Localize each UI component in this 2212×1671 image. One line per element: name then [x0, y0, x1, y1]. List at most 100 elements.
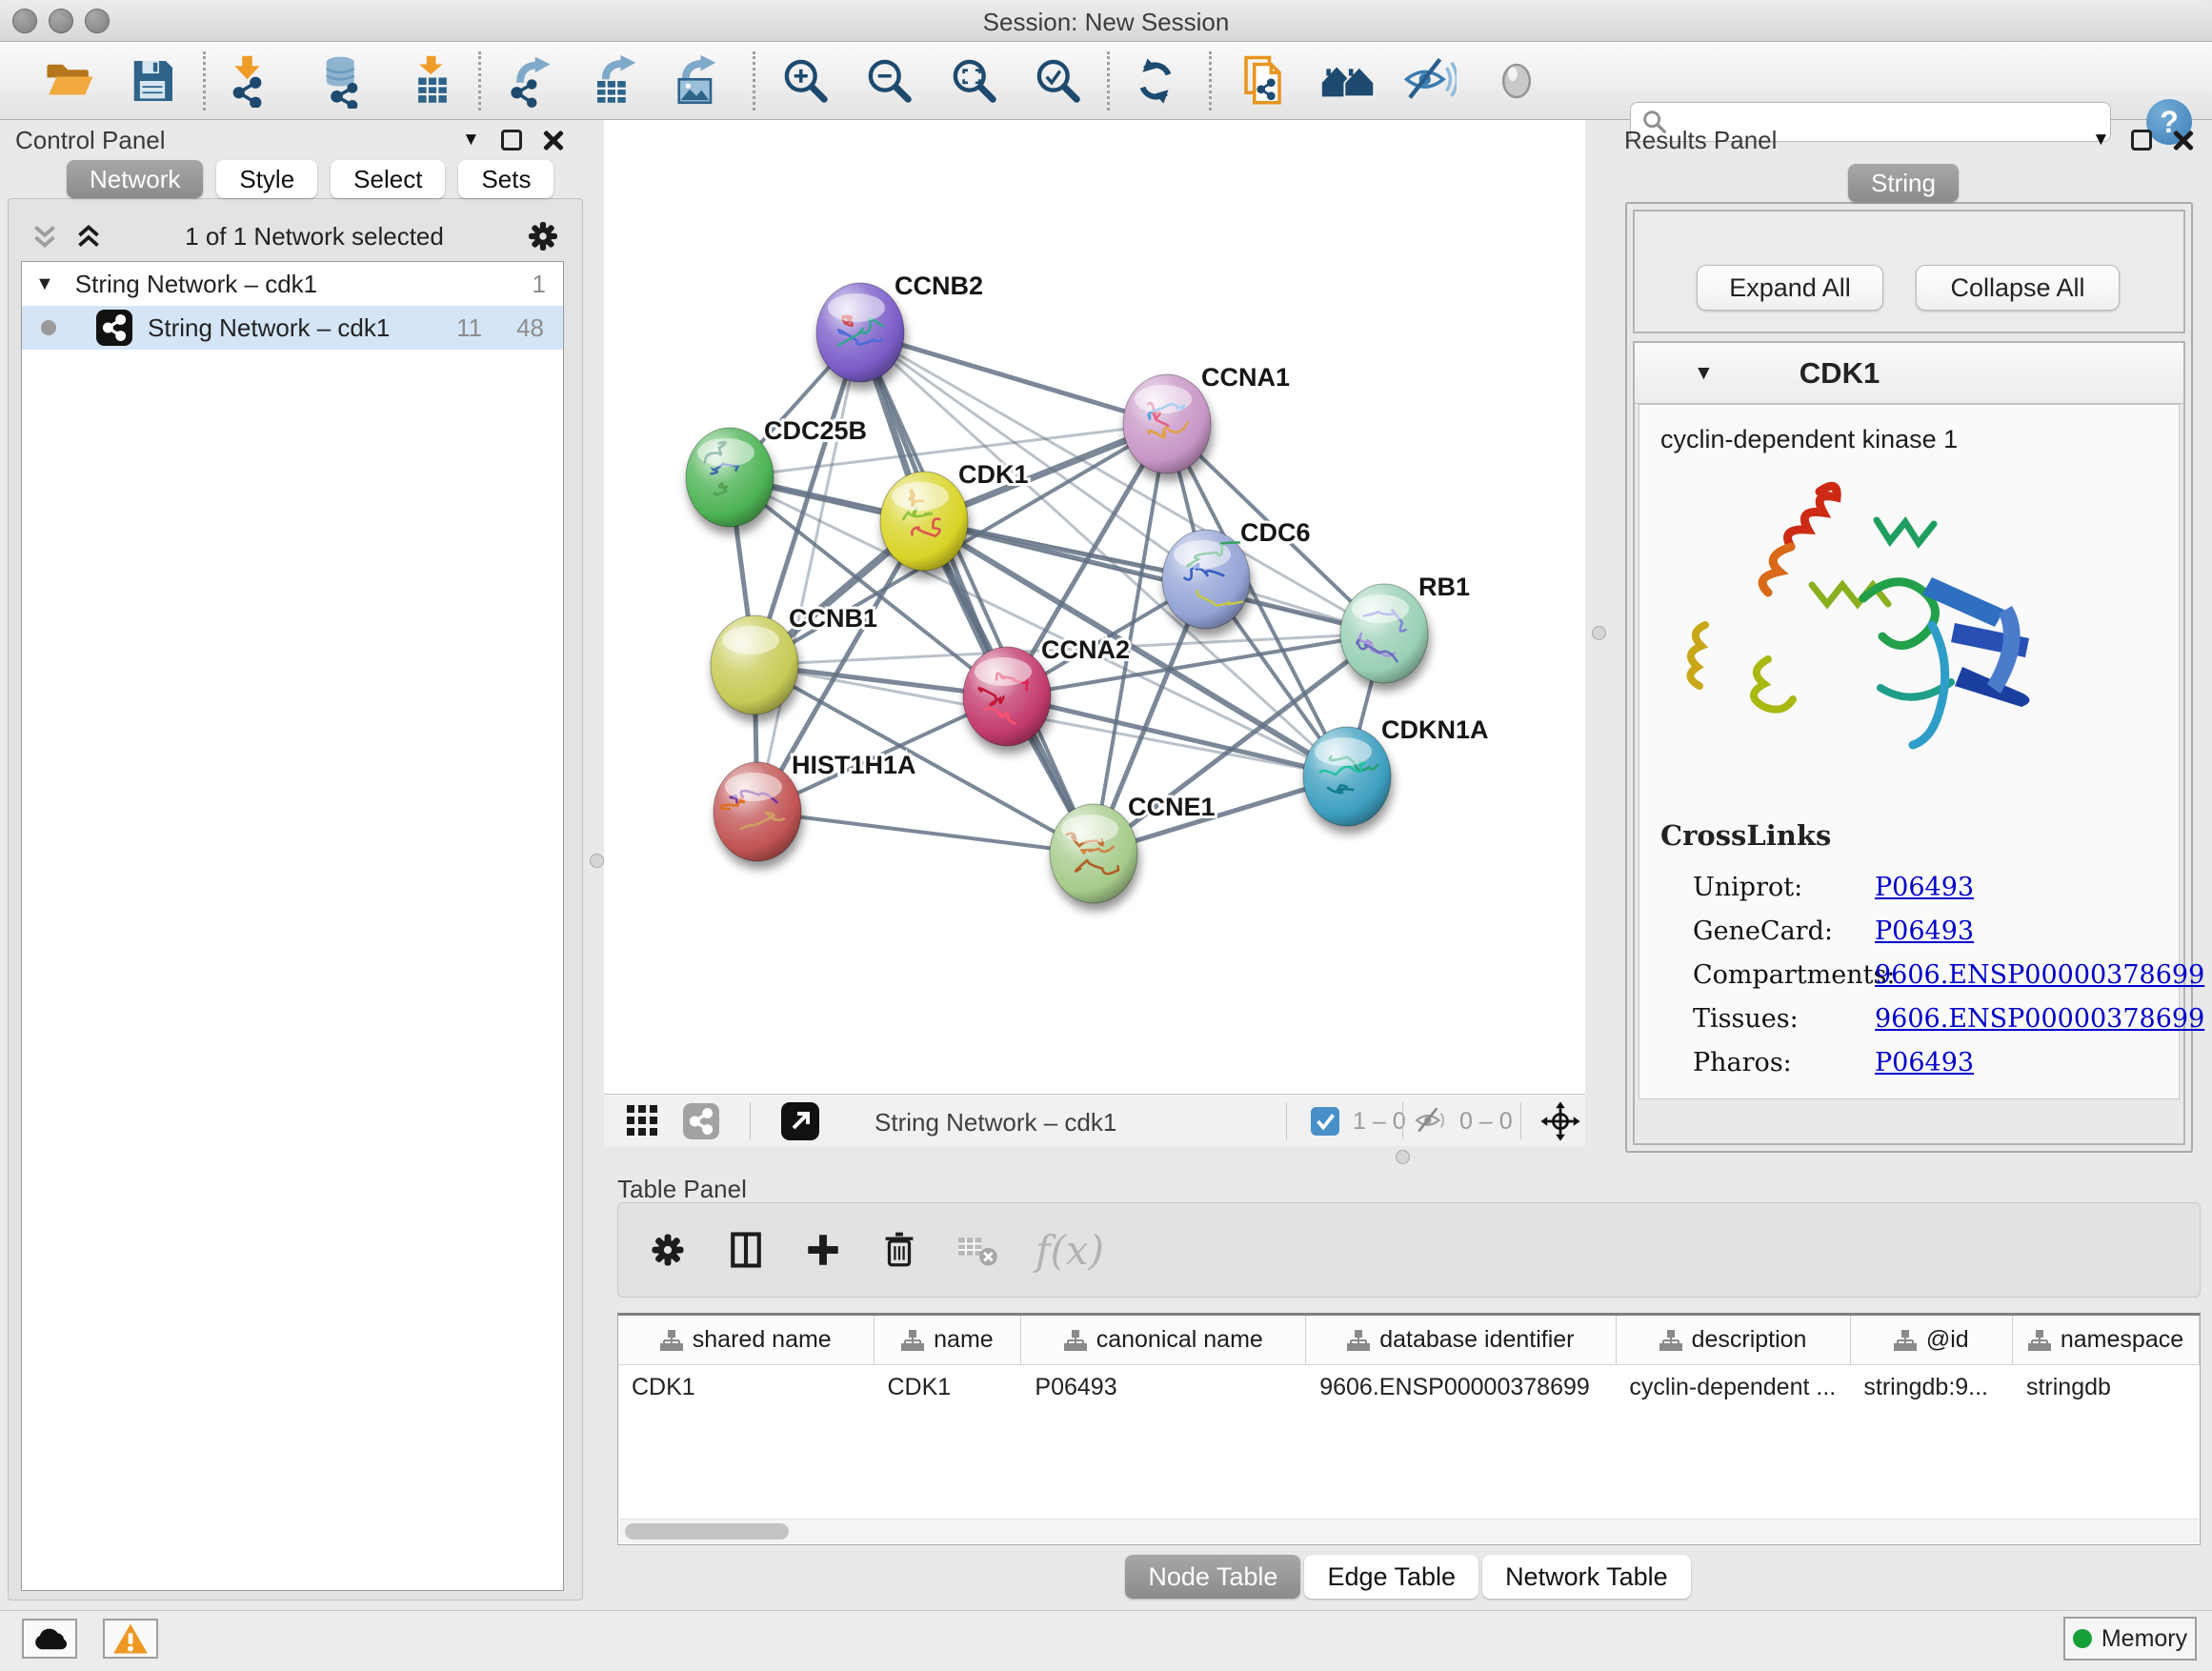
selected-checkbox-icon[interactable] — [1311, 1107, 1339, 1136]
table-cell[interactable]: P06493 — [1021, 1365, 1306, 1409]
memory-button[interactable]: Memory — [2063, 1617, 2197, 1661]
save-session-icon[interactable] — [126, 54, 179, 108]
hide-selected-eye-slash-icon[interactable] — [1403, 54, 1457, 108]
column-header-namespace[interactable]: namespace — [2013, 1316, 2200, 1364]
grid-view-icon[interactable] — [626, 1104, 660, 1138]
open-view-in-window-icon[interactable] — [781, 1102, 819, 1140]
separator — [750, 1102, 751, 1139]
cloud-status-button[interactable] — [22, 1619, 77, 1659]
table-options-gear-icon[interactable] — [647, 1229, 689, 1271]
show-columns-icon[interactable] — [725, 1229, 767, 1271]
network-canvas[interactable]: CCNB2CCNA1CDC25BCDK1CDC6RB1CCNB1CCNA2CDK… — [604, 120, 1585, 1094]
refresh-icon[interactable] — [1130, 55, 1181, 107]
genecard-link[interactable]: P06493 — [1875, 916, 1974, 946]
tissues-link[interactable]: 9606.ENSP00000378699 — [1875, 1004, 2204, 1034]
table-cell[interactable]: CDK1 — [618, 1365, 874, 1409]
node-label-CDC25B: CDC25B — [764, 416, 867, 445]
tab-edge-table[interactable]: Edge Table — [1304, 1555, 1478, 1599]
starter-panel-homes-icon[interactable] — [1320, 53, 1376, 109]
left-splitter-handle[interactable] — [590, 854, 604, 868]
control-panel-close-icon[interactable] — [543, 130, 564, 151]
tab-network[interactable]: Network — [67, 160, 203, 198]
network-node-CCNB1[interactable] — [711, 615, 798, 715]
network-collection-row[interactable]: ▼ String Network – cdk1 1 — [22, 262, 563, 306]
tab-string-results[interactable]: String — [1848, 164, 1959, 202]
column-header-shared-name[interactable]: shared name — [618, 1316, 875, 1364]
column-header-canonical-name[interactable]: canonical name — [1021, 1316, 1306, 1364]
import-network-database-icon[interactable] — [314, 53, 370, 109]
network-node-CDC25B[interactable] — [686, 428, 774, 527]
open-session-icon[interactable] — [42, 53, 97, 109]
network-node-CCNE1[interactable] — [1050, 804, 1137, 903]
network-node-CDK1[interactable] — [880, 472, 968, 571]
network-node-CDC6[interactable] — [1162, 530, 1250, 629]
collapse-all-button[interactable]: Collapse All — [1916, 265, 2120, 311]
network-row-selected[interactable]: String Network – cdk1 11 48 — [22, 306, 563, 350]
column-header-name[interactable]: name — [875, 1316, 1022, 1364]
tree-expand-icon[interactable]: ▼ — [35, 273, 54, 295]
collapse-all-chevron-icon[interactable] — [29, 220, 61, 252]
network-edge-CCNB2-HIST1H1A[interactable] — [757, 332, 860, 812]
column-header-description[interactable]: description — [1617, 1316, 1851, 1364]
results-panel-float-icon[interactable] — [2131, 130, 2152, 151]
results-panel-menu-icon[interactable]: ▼ — [2092, 130, 2110, 151]
tab-sets[interactable]: Sets — [458, 160, 553, 198]
zoom-selected-icon[interactable] — [1032, 54, 1085, 108]
table-cell[interactable]: cyclin-dependent ... — [1616, 1365, 1850, 1409]
string-view-icon[interactable] — [683, 1103, 719, 1139]
network-node-CCNA1[interactable] — [1123, 374, 1211, 473]
network-node-CDKN1A[interactable] — [1303, 727, 1391, 826]
import-table-file-icon[interactable] — [406, 54, 459, 108]
table-horizontal-scrollbar[interactable] — [619, 1519, 2199, 1543]
zoom-out-icon[interactable] — [863, 54, 916, 108]
tab-network-table[interactable]: Network Table — [1482, 1555, 1691, 1599]
create-column-plus-icon[interactable] — [803, 1230, 843, 1270]
network-edge-HIST1H1A-CCNE1[interactable] — [757, 812, 1094, 854]
share-session-file-icon[interactable] — [1239, 54, 1293, 108]
section-collapse-icon[interactable]: ▼ — [1694, 362, 1714, 385]
horizontal-splitter-handle[interactable] — [1396, 1150, 1410, 1164]
network-node-CCNB2[interactable] — [816, 283, 904, 382]
column-tree-icon — [1347, 1329, 1370, 1352]
table-cell[interactable]: stringdb — [2013, 1365, 2200, 1409]
network-node-RB1[interactable] — [1340, 584, 1428, 683]
node-label-HIST1H1A: HIST1H1A — [792, 751, 916, 779]
tab-select[interactable]: Select — [331, 160, 445, 198]
gene-section-header[interactable]: ▼ CDK1 — [1635, 343, 2183, 404]
navigator-crosshair-icon[interactable] — [1539, 1100, 1581, 1142]
network-node-HIST1H1A[interactable] — [714, 762, 801, 861]
control-panel-float-icon[interactable] — [501, 130, 522, 151]
expand-all-chevron-icon[interactable] — [72, 220, 105, 252]
zoom-in-icon[interactable] — [779, 54, 833, 108]
table-row[interactable]: CDK1CDK1P064939606.ENSP00000378699cyclin… — [618, 1365, 2200, 1409]
export-table-icon[interactable] — [591, 54, 644, 108]
graphics-details-eye-icon[interactable] — [1492, 56, 1541, 106]
scrollbar-thumb[interactable] — [625, 1523, 789, 1540]
table-cell[interactable]: 9606.ENSP00000378699 — [1306, 1365, 1616, 1409]
compartments-link[interactable]: 9606.ENSP00000378699 — [1875, 960, 2204, 990]
pharos-link[interactable]: P06493 — [1875, 1048, 1974, 1077]
export-image-icon[interactable] — [671, 54, 724, 108]
network-node-CCNA2[interactable] — [963, 647, 1051, 746]
memory-label: Memory — [2101, 1625, 2187, 1653]
network-options-gear-icon[interactable] — [524, 217, 562, 255]
column-header-database-identifier[interactable]: database identifier — [1306, 1316, 1616, 1364]
table-cell[interactable]: CDK1 — [874, 1365, 1021, 1409]
column-header--id[interactable]: @id — [1851, 1316, 2014, 1364]
network-edge-CCNA2-CDKN1A[interactable] — [1007, 696, 1347, 776]
right-splitter-handle[interactable] — [1592, 626, 1606, 640]
zoom-fit-icon[interactable] — [948, 54, 1001, 108]
expand-all-button[interactable]: Expand All — [1697, 265, 1883, 311]
network-edge-CCNB2-CCNA1[interactable] — [860, 332, 1167, 424]
network-edge-CDK1-RB1[interactable] — [924, 521, 1384, 634]
warnings-button[interactable] — [103, 1619, 158, 1659]
delete-column-trash-icon[interactable] — [879, 1230, 919, 1270]
export-network-icon[interactable] — [507, 54, 560, 108]
uniprot-link[interactable]: P06493 — [1875, 873, 1974, 902]
table-cell[interactable]: stringdb:9... — [1850, 1365, 2013, 1409]
results-panel-close-icon[interactable] — [2173, 130, 2194, 151]
tab-node-table[interactable]: Node Table — [1125, 1555, 1300, 1599]
import-network-file-icon[interactable] — [224, 54, 277, 108]
control-panel-menu-icon[interactable]: ▼ — [462, 130, 480, 151]
tab-style[interactable]: Style — [216, 160, 317, 198]
